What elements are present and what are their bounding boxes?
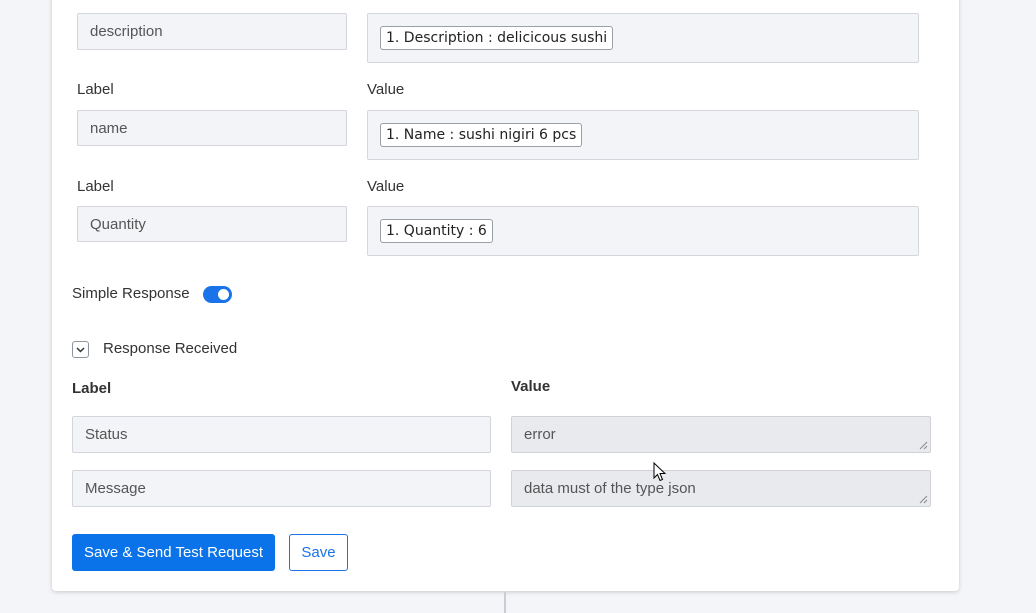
mapping-label-text: Quantity <box>90 215 146 233</box>
mapping-label-input-quantity[interactable]: Quantity <box>77 206 347 242</box>
value-caption: Value <box>367 178 405 195</box>
value-chip[interactable]: 1. Name : sushi nigiri 6 pcs <box>380 123 583 147</box>
response-label-input-status[interactable]: Status <box>72 416 491 453</box>
mapping-value-box-description[interactable]: 1. Description : delicicous sushi <box>367 13 919 63</box>
response-value-text: error <box>524 426 556 443</box>
response-received-title: Response Received <box>103 340 238 357</box>
resize-grip-icon[interactable] <box>919 495 928 504</box>
resize-grip-icon[interactable] <box>919 441 928 450</box>
toggle-knob <box>218 289 229 300</box>
label-caption: Label <box>77 178 114 195</box>
mapping-label-input-name[interactable]: name <box>77 110 347 146</box>
flow-connector-line <box>504 592 506 613</box>
simple-response-toggle[interactable] <box>203 286 232 303</box>
mapping-label-input-description[interactable]: description <box>77 13 347 50</box>
collapse-toggle-button[interactable] <box>72 341 89 358</box>
response-label-header: Label <box>72 380 112 397</box>
response-label-input-message[interactable]: Message <box>72 470 491 507</box>
value-caption: Value <box>367 81 405 98</box>
mapping-label-text: name <box>90 119 128 137</box>
value-chip[interactable]: 1. Description : delicicous sushi <box>380 26 614 50</box>
value-chip[interactable]: 1. Quantity : 6 <box>380 219 493 243</box>
mouse-pointer-icon <box>653 462 667 482</box>
simple-response-label: Simple Response <box>72 285 190 302</box>
mapping-label-text: description <box>90 23 163 40</box>
chevron-down-icon <box>76 346 85 353</box>
save-button[interactable]: Save <box>289 534 348 571</box>
response-value-textarea-message[interactable]: data must of the type json <box>511 470 931 507</box>
response-label-text: Status <box>85 426 128 443</box>
label-caption: Label <box>77 81 114 98</box>
mapping-value-box-quantity[interactable]: 1. Quantity : 6 <box>367 206 919 256</box>
mapping-value-box-name[interactable]: 1. Name : sushi nigiri 6 pcs <box>367 110 919 160</box>
response-value-text: data must of the type json <box>524 480 696 497</box>
save-and-send-test-request-button[interactable]: Save & Send Test Request <box>72 534 275 571</box>
response-value-header: Value <box>511 378 551 395</box>
response-value-textarea-status[interactable]: error <box>511 416 931 453</box>
response-label-text: Message <box>85 480 146 497</box>
